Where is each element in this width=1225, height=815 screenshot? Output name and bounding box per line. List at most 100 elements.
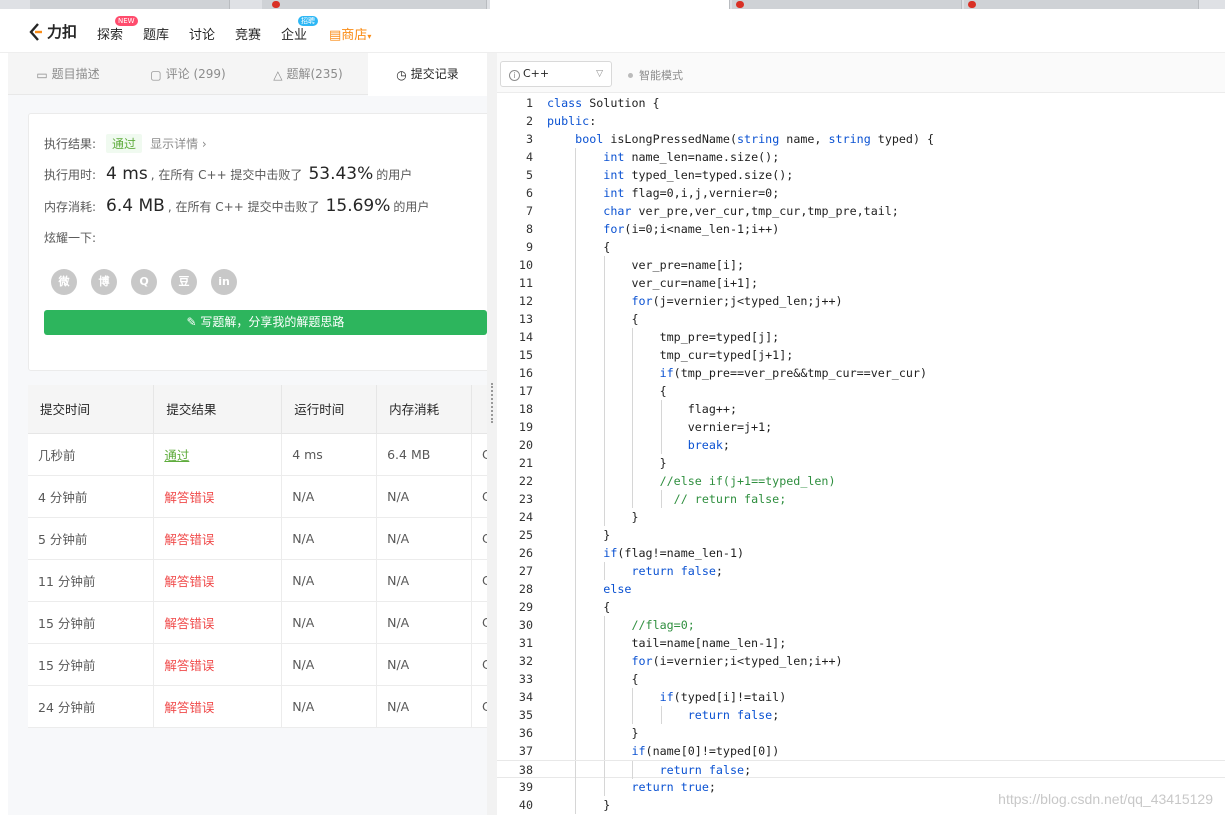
line-number: 17 (518, 384, 533, 398)
code-line[interactable]: 21 } (497, 454, 1225, 472)
code-line[interactable]: 15 tmp_cur=typed[j+1]; (497, 346, 1225, 364)
code-line[interactable]: 9 { (497, 238, 1225, 256)
douban-icon[interactable]: 豆 (171, 269, 197, 295)
code-line[interactable]: 17 { (497, 382, 1225, 400)
code-line[interactable]: 7 char ver_pre,ver_cur,tmp_cur,tmp_pre,t… (497, 202, 1225, 220)
code-line[interactable]: 13 { (497, 310, 1225, 328)
cell-submit-result[interactable]: 解答错误 (153, 475, 283, 518)
code-line[interactable]: 22 //else if(j+1==typed_len) (497, 472, 1225, 490)
line-number: 3 (525, 132, 533, 146)
code-area[interactable]: 1 class Solution {2 public: 3 bool isLongPr… (497, 94, 1225, 814)
code-line[interactable]: 32 for(i=vernier;i<typed_len;i++) (497, 652, 1225, 670)
runtime-value: 4 ms (106, 164, 148, 184)
line-number: 32 (518, 654, 533, 668)
cell-language: C (471, 517, 487, 560)
write-solution-button[interactable]: ✎ 写题解，分享我的解题思路 (44, 310, 487, 335)
code-line[interactable]: 38 return false; (497, 760, 1225, 779)
code-line[interactable]: 25 } (497, 526, 1225, 544)
code-line[interactable]: 6 int flag=0,i,j,vernier=0; (497, 184, 1225, 202)
code-line[interactable]: 28 else (497, 580, 1225, 598)
weibo-icon[interactable]: 博 (91, 269, 117, 295)
nav-shop[interactable]: ▤商店▾ (329, 24, 371, 43)
problem-tabs: ▭ 题目描述 ▢ 评论 (299) △ 题解(235) ◷ 提交记录 (8, 53, 487, 96)
smart-mode-toggle[interactable]: 智能模式 (628, 67, 683, 83)
result-link[interactable]: 通过 (164, 448, 189, 463)
code-line[interactable]: 5 int typed_len=typed.size(); (497, 166, 1225, 184)
line-number: 28 (518, 582, 533, 596)
code-line[interactable]: 14 tmp_pre=typed[j]; (497, 328, 1225, 346)
nav-shop-label: 商店 (341, 28, 368, 43)
show-details-link[interactable]: 显示详情 › (150, 137, 207, 151)
tab-description[interactable]: ▭ 题目描述 (8, 53, 128, 95)
browser-tab[interactable] (964, 0, 1199, 9)
code-line[interactable]: 1 class Solution { (497, 94, 1225, 112)
code-text: { (547, 600, 611, 614)
browser-tab[interactable] (30, 0, 230, 9)
code-line[interactable]: 37 if(name[0]!=typed[0]) (497, 742, 1225, 760)
header-memory: 内存消耗 (376, 385, 472, 434)
linkedin-icon[interactable]: in (211, 269, 237, 295)
code-text: for(i=0;i<name_len-1;i++) (603, 222, 780, 236)
leetcode-logo[interactable]: 力扣 (28, 21, 77, 42)
code-text: int typed_len=typed.size(); (603, 168, 794, 182)
code-line[interactable]: 30 //flag=0; (497, 616, 1225, 634)
code-line[interactable]: 33 { (497, 670, 1225, 688)
code-line[interactable]: 34 if(typed[i]!=tail) (497, 688, 1225, 706)
nav-enterprise[interactable]: 企业 (281, 24, 307, 43)
cell-submit-result[interactable]: 解答错误 (153, 685, 283, 728)
code-editor: i C++ ▽ 智能模式 1 class Solution {2 public: 3 bo… (497, 53, 1225, 815)
table-row: 24 分钟前 解答错误 N/A N/A C (28, 685, 487, 728)
code-line[interactable]: 16 if(tmp_pre==ver_pre&&tmp_cur==ver_cur… (497, 364, 1225, 382)
code-line[interactable]: 27 return false; (497, 562, 1225, 580)
code-text: char ver_pre,ver_cur,tmp_cur,tmp_pre,tai… (603, 204, 899, 218)
cell-submit-result[interactable]: 解答错误 (153, 517, 283, 560)
code-line[interactable]: 23 // return false; (497, 490, 1225, 508)
code-line[interactable]: 11 ver_cur=name[i+1]; (497, 274, 1225, 292)
browser-tab[interactable] (732, 0, 962, 9)
cell-submit-result[interactable]: 解答错误 (153, 559, 283, 602)
code-text: bool isLongPressedName(string name, stri… (575, 132, 935, 146)
code-text: return false; (631, 564, 723, 578)
tab-comments[interactable]: ▢ 评论 (299) (128, 53, 248, 95)
cell-runtime: N/A (281, 643, 378, 686)
nav-problemset[interactable]: 题库 (143, 24, 169, 43)
code-line[interactable]: 29 { (497, 598, 1225, 616)
code-line[interactable]: 8 for(i=0;i<name_len-1;i++) (497, 220, 1225, 238)
code-line[interactable]: 35 return false; (497, 706, 1225, 724)
code-line[interactable]: 36 } (497, 724, 1225, 742)
code-line[interactable]: 26 if(flag!=name_len-1) (497, 544, 1225, 562)
nav-contest[interactable]: 竞赛 (235, 24, 261, 43)
nav-explore[interactable]: 探索 (97, 24, 123, 43)
code-line[interactable]: 10 ver_pre=name[i]; (497, 256, 1225, 274)
language-select[interactable]: i C++ ▽ (500, 61, 612, 87)
browser-tab[interactable] (262, 0, 487, 9)
code-line[interactable]: 12 for(j=vernier;j<typed_len;j++) (497, 292, 1225, 310)
code-line[interactable]: 3 bool isLongPressedName(string name, st… (497, 130, 1225, 148)
code-line[interactable]: 24 } (497, 508, 1225, 526)
code-text: } (547, 456, 667, 470)
code-text: ver_pre=name[i]; (547, 258, 745, 272)
qq-icon[interactable]: Q (131, 269, 157, 295)
code-text: tmp_cur=typed[j+1]; (547, 348, 794, 362)
tab-solutions[interactable]: △ 题解(235) (248, 53, 368, 95)
browser-tab-strip (0, 0, 1225, 9)
code-line[interactable]: 18 flag++; (497, 400, 1225, 418)
line-number: 11 (518, 276, 533, 290)
wechat-icon[interactable]: 微 (51, 269, 77, 295)
cell-memory: N/A (376, 601, 472, 644)
code-line[interactable]: 20 break; (497, 436, 1225, 454)
cell-submit-result[interactable]: 通过 (153, 433, 283, 476)
code-line[interactable]: 31 tail=name[name_len-1]; (497, 634, 1225, 652)
cell-submit-result[interactable]: 解答错误 (153, 601, 283, 644)
line-number: 21 (518, 456, 533, 470)
panel-splitter[interactable] (487, 53, 497, 815)
code-line[interactable]: 19 vernier=j+1; (497, 418, 1225, 436)
nav-discuss[interactable]: 讨论 (189, 24, 215, 43)
browser-tab-active[interactable] (490, 0, 730, 9)
tab-submissions[interactable]: ◷ 提交记录 (368, 53, 487, 96)
code-line[interactable]: 2 public: (497, 112, 1225, 130)
cell-submit-result[interactable]: 解答错误 (153, 643, 283, 686)
code-line[interactable]: 4 int name_len=name.size(); (497, 148, 1225, 166)
line-number: 4 (525, 150, 533, 164)
line-number: 22 (518, 474, 533, 488)
